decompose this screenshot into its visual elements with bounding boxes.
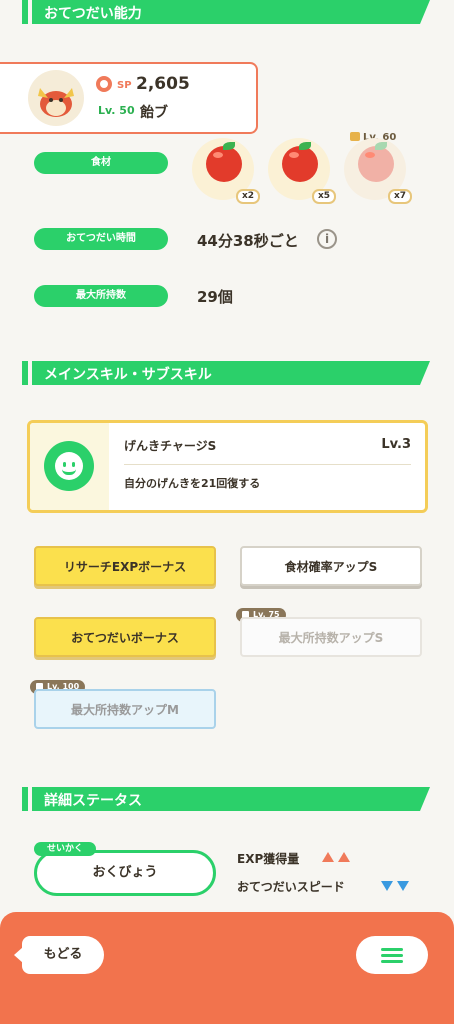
nature-tag: せいかく [34, 842, 96, 856]
sub-skill-5[interactable]: 最大所持数アップM [34, 689, 216, 729]
menu-icon [381, 960, 403, 963]
sub-skill-4[interactable]: 最大所持数アップS [240, 617, 422, 657]
section-header-skills: メインスキル・サブスキル [22, 361, 430, 385]
apple-icon [282, 146, 318, 182]
menu-icon [381, 948, 403, 951]
pokemon-level: Lv. 50 [98, 104, 135, 117]
down-arrow-icon [397, 881, 409, 891]
ingredient-qty: x2 [236, 189, 260, 204]
section-title: 詳細ステータス [44, 793, 142, 809]
main-skill-level: Lv.3 [381, 437, 411, 452]
up-arrow-icon [338, 852, 350, 862]
ingredient-slot-3[interactable]: x7 [344, 138, 412, 204]
back-button[interactable]: もどる [14, 936, 104, 974]
menu-icon [381, 954, 403, 957]
lock-icon [350, 132, 360, 141]
sp-icon [96, 76, 112, 92]
main-skill-card[interactable]: げんきチャージS Lv.3 自分のげんきを21回復する [27, 420, 428, 513]
sp-label: SP [117, 80, 132, 91]
help-time-value: 44分38秒ごと [197, 232, 299, 250]
nature-down-label: おてつだいスピード [237, 880, 345, 894]
main-skill-description: 自分のげんきを21回復する [124, 477, 261, 490]
divider [124, 464, 411, 465]
apple-icon [358, 146, 394, 182]
sp-value: 2,605 [136, 74, 190, 94]
main-skill-name: げんきチャージS [124, 439, 217, 453]
apple-icon [206, 146, 242, 182]
max-capacity-label: 最大所持数 [34, 285, 168, 307]
section-header-status: 詳細ステータス [22, 787, 430, 811]
ingredient-label: 食材 [34, 152, 168, 174]
ingredient-slot-2[interactable]: x5 [268, 138, 336, 204]
pokemon-avatar [28, 70, 84, 126]
up-arrow-icon [322, 852, 334, 862]
ingredient-qty: x5 [312, 189, 336, 204]
section-title: おてつだい能力 [44, 6, 142, 22]
help-time-label: おてつだい時間 [34, 228, 168, 250]
pokemon-name: 飴ブ [140, 105, 168, 121]
header-accent [22, 0, 28, 24]
sub-skill-1[interactable]: リサーチEXPボーナス [34, 546, 216, 586]
nature-up-label: EXP獲得量 [237, 852, 300, 866]
sub-skill-3[interactable]: おてつだいボーナス [34, 617, 216, 657]
nature-value[interactable]: おくびょう [34, 850, 216, 896]
profile-card: SP 2,605 Lv. 50 飴ブ [0, 62, 258, 134]
pokemon-image [38, 88, 74, 117]
max-capacity-value: 29個 [197, 288, 233, 306]
ingredient-qty: x7 [388, 189, 412, 204]
section-header-ability: おてつだい能力 [22, 0, 430, 24]
section-title: メインスキル・サブスキル [44, 367, 212, 383]
header-accent [22, 787, 28, 811]
down-arrow-icon [381, 881, 393, 891]
ingredient-slot-1[interactable]: x2 [192, 138, 260, 204]
sub-skill-2[interactable]: 食材確率アップS [240, 546, 422, 586]
info-icon[interactable]: i [317, 229, 337, 249]
smile-icon [44, 441, 94, 491]
menu-button[interactable] [356, 936, 428, 974]
header-accent [22, 361, 28, 385]
skill-icon-box [30, 423, 109, 510]
